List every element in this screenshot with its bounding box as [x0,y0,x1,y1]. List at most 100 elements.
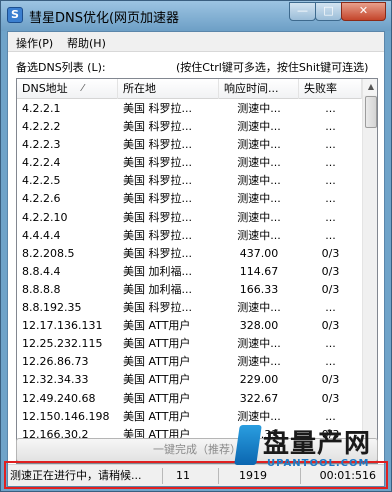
dns-address-cell: 12.17.136.131 [22,319,103,333]
response-time-cell: 测速中... [237,192,281,206]
fail-rate-cell: ... [325,156,336,170]
table-row[interactable]: 12.17.136.131 美国 ATT用户 328.00 0/3 [17,317,362,335]
fail-rate-cell: ... [325,210,336,224]
dns-address-cell: 12.25.232.115 [22,337,103,351]
dns-address-cell: 12.150.146.198 [22,409,110,423]
fail-rate-cell: 0/3 [321,391,340,405]
selection-hint: (按住Ctrl键可多选，按住Shit键可连选) [176,61,369,74]
table-row[interactable]: 4.2.2.4 美国 科罗拉... 测速中...... [17,154,362,172]
response-time-cell: 测速中... [237,138,281,152]
location-cell: 美国 ATT用户 [123,337,191,351]
response-time-cell: 166.33 [239,282,279,296]
response-time-cell: 328.00 [239,319,279,333]
response-time-cell: 测速中... [237,120,281,134]
dns-address-cell: 8.8.4.4 [22,264,61,278]
response-time-cell: 437.00 [239,246,279,260]
app-window: S 彗星DNS优化(网页加速器 — □ ✕ 操作(P) 帮助(H) 备选DNS列… [0,0,392,492]
dns-address-cell: 4.2.2.6 [22,192,61,206]
dns-address-cell: 4.4.4.4 [22,228,61,242]
vertical-scrollbar[interactable]: ▲ ▼ [362,79,377,463]
close-button[interactable]: ✕ [341,2,386,21]
response-time-cell: 322.67 [239,391,279,405]
fail-rate-cell: 0/3 [321,282,340,296]
column-header-location[interactable]: 所在地 [118,79,219,99]
menu-operations[interactable]: 操作(P) [16,35,53,51]
dns-list[interactable]: DNS地址 ⁄ 所在地 响应时间... 失败率 4.2.2.1 美国 科罗拉...… [16,78,378,464]
location-cell: 美国 科罗拉... [123,138,192,152]
response-time-cell: 测速中... [237,337,281,351]
table-row[interactable]: 8.8.192.35 美国 科罗拉... 测速中...... [17,299,362,317]
fail-rate-cell: ... [325,355,336,369]
fail-rate-cell: ... [325,138,336,152]
dns-list-label: 备选DNS列表 (L): [16,61,106,74]
column-header-ip-label: DNS地址 [22,82,68,95]
title-bar[interactable]: S 彗星DNS优化(网页加速器 — □ ✕ [1,1,391,31]
fail-rate-cell: ... [325,120,336,134]
location-cell: 美国 ATT用户 [123,409,191,423]
client-area: 操作(P) 帮助(H) 备选DNS列表 (L): (按住Ctrl键可多选，按住S… [7,31,385,487]
scroll-up-arrow-icon[interactable]: ▲ [363,79,377,95]
location-cell: 美国 科罗拉... [123,102,192,115]
table-row[interactable]: 4.2.2.10 美国 科罗拉... 测速中...... [17,209,362,227]
location-cell: 美国 科罗拉... [123,156,192,170]
fail-rate-cell: ... [325,192,336,206]
dns-address-cell: 8.2.208.5 [22,246,75,260]
fail-rate-cell: 0/3 [321,373,340,387]
table-row[interactable]: 12.49.240.68 美国 ATT用户 322.67 0/3 [17,390,362,408]
response-time-cell: 测速中... [237,174,281,188]
location-cell: 美国 加利福... [123,282,192,296]
response-time-cell: 测速中... [237,156,281,170]
table-row[interactable]: 4.2.2.5 美国 科罗拉... 测速中...... [17,172,362,190]
dns-address-cell: 4.2.2.3 [22,138,61,152]
menu-help[interactable]: 帮助(H) [67,35,106,51]
response-time-cell: 测速中... [237,301,281,315]
scroll-thumb[interactable] [365,96,377,128]
table-row[interactable]: 4.2.2.2 美国 科罗拉... 测速中...... [17,118,362,136]
watermark-subtitle: UPANTOOL.COM [267,458,370,469]
table-row[interactable]: 8.8.8.8 美国 加利福... 166.33 0/3 [17,281,362,299]
response-time-cell: 测速中... [237,210,281,224]
location-cell: 美国 科罗拉... [123,210,192,224]
table-row[interactable]: 12.26.86.73 美国 ATT用户 测速中...... [17,353,362,371]
column-header-fail-rate[interactable]: 失败率 [299,79,362,99]
response-time-cell: 测速中... [237,102,281,115]
window-title: 彗星DNS优化(网页加速器 [29,11,180,26]
fail-rate-cell: ... [325,102,336,115]
fail-rate-cell: ... [325,174,336,188]
column-header-ip[interactable]: DNS地址 ⁄ [17,79,118,99]
table-row[interactable]: 4.2.2.1 美国 科罗拉... 测速中...... [17,100,362,118]
watermark-title: 盘量产网 [263,429,372,459]
maximize-button[interactable]: □ [315,2,342,21]
location-cell: 美国 科罗拉... [123,192,192,206]
response-time-cell: 测速中... [237,355,281,369]
location-cell: 美国 科罗拉... [123,120,192,134]
minimize-button[interactable]: — [289,2,316,21]
menu-bar: 操作(P) 帮助(H) [8,32,384,52]
table-row[interactable]: 8.2.208.5 美国 科罗拉... 437.00 0/3 [17,245,362,263]
fail-rate-cell: 0/3 [321,264,340,278]
dns-address-cell: 8.8.192.35 [22,301,82,315]
list-header: DNS地址 ⁄ 所在地 响应时间... 失败率 [17,79,362,99]
table-row[interactable]: 4.2.2.3 美国 科罗拉... 测速中...... [17,136,362,154]
dns-address-cell: 4.2.2.4 [22,156,61,170]
site-watermark: 盘量产网 UPANTOOL.COM [234,421,387,485]
location-cell: 美国 科罗拉... [123,174,192,188]
table-row[interactable]: 4.2.2.6 美国 科罗拉... 测速中...... [17,190,362,208]
dns-address-cell: 12.32.34.33 [22,373,89,387]
location-cell: 美国 科罗拉... [123,301,192,315]
dns-address-cell: 4.2.2.1 [22,102,61,115]
response-time-cell: 229.00 [239,373,279,387]
watermark-logo-icon [234,425,262,465]
location-cell: 美国 ATT用户 [123,373,191,387]
dns-address-cell: 4.2.2.2 [22,120,61,134]
table-row[interactable]: 4.4.4.4 美国 科罗拉... 测速中...... [17,227,362,245]
response-time-cell: 测速中... [237,228,281,242]
table-row[interactable]: 12.25.232.115 美国 ATT用户 测速中...... [17,335,362,353]
table-row[interactable]: 12.32.34.33 美国 ATT用户 229.00 0/3 [17,371,362,389]
column-header-response-time[interactable]: 响应时间... [219,79,299,99]
location-cell: 美国 ATT用户 [123,319,191,333]
table-row[interactable]: 8.8.4.4 美国 加利福... 114.67 0/3 [17,263,362,281]
dns-address-cell: 8.8.8.8 [22,282,61,296]
location-cell: 美国 加利福... [123,264,192,278]
list-rows: 4.2.2.1 美国 科罗拉... 测速中...... 4.2.2.2 美国 科罗拉..… [17,100,362,462]
